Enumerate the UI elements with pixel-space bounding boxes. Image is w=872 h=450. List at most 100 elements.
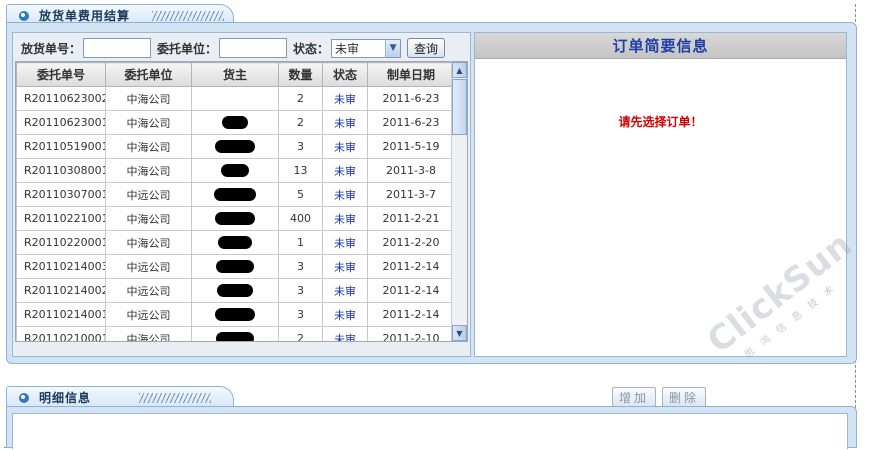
panel-bullet-icon — [19, 392, 29, 403]
table-row[interactable]: R20110307001 中远公司 5 未审 2011-3-7 — [16, 182, 455, 207]
detail-content-area — [12, 413, 848, 449]
order-no-label: 放货单号： — [21, 41, 82, 56]
panel-bullet-icon — [19, 10, 29, 21]
cell-owner — [191, 302, 279, 327]
cell-owner — [191, 86, 279, 111]
cell-order-code: R20110519001 — [16, 134, 106, 159]
cell-client-unit: 中海公司 — [105, 134, 192, 159]
order-list-box: 放货单号： 委托单位： 状态： 未审 ▼ 查询 委托单号 委托单位 货主 数量 … — [12, 32, 471, 357]
cell-client-unit: 中海公司 — [105, 158, 192, 183]
cell-date: 2011-3-8 — [367, 158, 455, 183]
cell-status: 未审 — [322, 254, 368, 279]
cell-order-code: R20110214001 — [16, 302, 106, 327]
cell-quantity: 400 — [278, 206, 323, 231]
table-row[interactable]: R20110214003 中远公司 3 未审 2011-2-14 — [16, 254, 455, 279]
cell-owner — [191, 206, 279, 231]
redacted-owner-mark — [218, 236, 252, 250]
scroll-up-icon[interactable]: ▲ — [452, 62, 467, 78]
column-header[interactable]: 货主 — [191, 62, 279, 87]
redacted-owner-mark — [216, 332, 254, 341]
cell-date: 2011-2-21 — [367, 206, 455, 231]
column-header[interactable]: 委托单位 — [105, 62, 192, 87]
add-button[interactable]: 增加 — [612, 387, 657, 407]
delete-button[interactable]: 删除 — [662, 387, 707, 407]
detail-panel-title: 明细信息 — [39, 391, 92, 405]
redacted-owner-mark — [215, 212, 255, 226]
chevron-down-icon[interactable]: ▼ — [385, 39, 401, 57]
redacted-owner-mark — [214, 188, 256, 202]
cell-date: 2011-6-23 — [367, 86, 455, 111]
order-no-input[interactable] — [83, 38, 152, 58]
cell-status: 未审 — [322, 158, 368, 183]
cell-order-code: R20110623001 — [16, 110, 106, 135]
cell-owner — [191, 326, 279, 341]
status-select[interactable]: 未审 ▼ — [331, 38, 402, 58]
cell-owner — [191, 134, 279, 159]
grid-scrollbar[interactable]: ▲ ▼ — [451, 62, 467, 341]
cell-quantity: 5 — [278, 182, 323, 207]
scroll-thumb[interactable] — [452, 79, 467, 135]
table-row[interactable]: R20110623002 中海公司 2 未审 2011-6-23 — [16, 86, 455, 111]
cell-order-code: R20110308001 — [16, 158, 106, 183]
table-row[interactable]: R20110210001 中海公司 2 未审 2011-2-10 — [16, 326, 455, 341]
table-row[interactable]: R20110519001 中海公司 3 未审 2011-5-19 — [16, 134, 455, 159]
cell-quantity: 3 — [278, 134, 323, 159]
column-header[interactable]: 制单日期 — [367, 62, 455, 87]
cell-order-code: R20110307001 — [16, 182, 106, 207]
cell-order-code: R20110220001 — [16, 230, 106, 255]
cell-date: 2011-2-14 — [367, 254, 455, 279]
redacted-owner-mark — [215, 140, 255, 154]
cell-client-unit: 中海公司 — [105, 326, 192, 341]
cell-order-code: R20110221001 — [16, 206, 106, 231]
query-button[interactable]: 查询 — [407, 38, 446, 58]
scroll-down-icon[interactable]: ▼ — [452, 325, 467, 341]
cell-quantity: 2 — [278, 110, 323, 135]
table-row[interactable]: R20110623001 中海公司 2 未审 2011-6-23 — [16, 110, 455, 135]
cell-status: 未审 — [322, 302, 368, 327]
cell-status: 未审 — [322, 86, 368, 111]
cell-status: 未审 — [322, 230, 368, 255]
redacted-owner-mark — [217, 284, 253, 298]
cell-quantity: 2 — [278, 326, 323, 341]
cell-owner — [191, 278, 279, 303]
column-header[interactable]: 数量 — [278, 62, 323, 87]
cell-date: 2011-6-23 — [367, 110, 455, 135]
cell-client-unit: 中远公司 — [105, 182, 192, 207]
cell-status: 未审 — [322, 110, 368, 135]
cell-quantity: 2 — [278, 86, 323, 111]
order-grid: 委托单号 委托单位 货主 数量 状态 制单日期 R20110623002 中海公司… — [15, 61, 468, 342]
cell-order-code: R20110210001 — [16, 326, 106, 341]
order-table-body: R20110623002 中海公司 2 未审 2011-6-23 R20110623001… — [16, 86, 455, 341]
cell-date: 2011-5-19 — [367, 134, 455, 159]
cell-quantity: 13 — [278, 158, 323, 183]
table-row[interactable]: R20110214001 中远公司 3 未审 2011-2-14 — [16, 302, 455, 327]
cell-status: 未审 — [322, 326, 368, 341]
order-summary-title: 订单简要信息 — [475, 33, 846, 59]
cell-owner — [191, 158, 279, 183]
cell-client-unit: 中远公司 — [105, 302, 192, 327]
column-header[interactable]: 状态 — [322, 62, 368, 87]
table-row[interactable]: R20110220001 中海公司 1 未审 2011-2-20 — [16, 230, 455, 255]
redacted-owner-mark — [215, 308, 255, 322]
client-input[interactable] — [219, 38, 288, 58]
cell-date: 2011-2-14 — [367, 302, 455, 327]
table-row[interactable]: R20110308001 中海公司 13 未审 2011-3-8 — [16, 158, 455, 183]
table-row[interactable]: R20110221001 中海公司 400 未审 2011-2-21 — [16, 206, 455, 231]
cell-status: 未审 — [322, 278, 368, 303]
cell-date: 2011-3-7 — [367, 182, 455, 207]
cell-owner — [191, 254, 279, 279]
select-order-message: 请先选择订单！ — [618, 115, 703, 129]
redacted-owner-mark — [221, 164, 249, 178]
client-label: 委托单位： — [157, 41, 218, 56]
status-label: 状态： — [293, 41, 330, 56]
detail-panel — [6, 406, 857, 449]
tab-decoration-stripes — [152, 10, 225, 21]
cell-client-unit: 中海公司 — [105, 86, 192, 111]
table-row[interactable]: R20110214002 中远公司 3 未审 2011-2-14 — [16, 278, 455, 303]
column-header[interactable]: 委托单号 — [16, 62, 106, 87]
cell-order-code: R20110214002 — [16, 278, 106, 303]
cell-date: 2011-2-20 — [367, 230, 455, 255]
tab-decoration-stripes — [139, 392, 212, 403]
cell-client-unit: 中海公司 — [105, 110, 192, 135]
cell-owner — [191, 110, 279, 135]
